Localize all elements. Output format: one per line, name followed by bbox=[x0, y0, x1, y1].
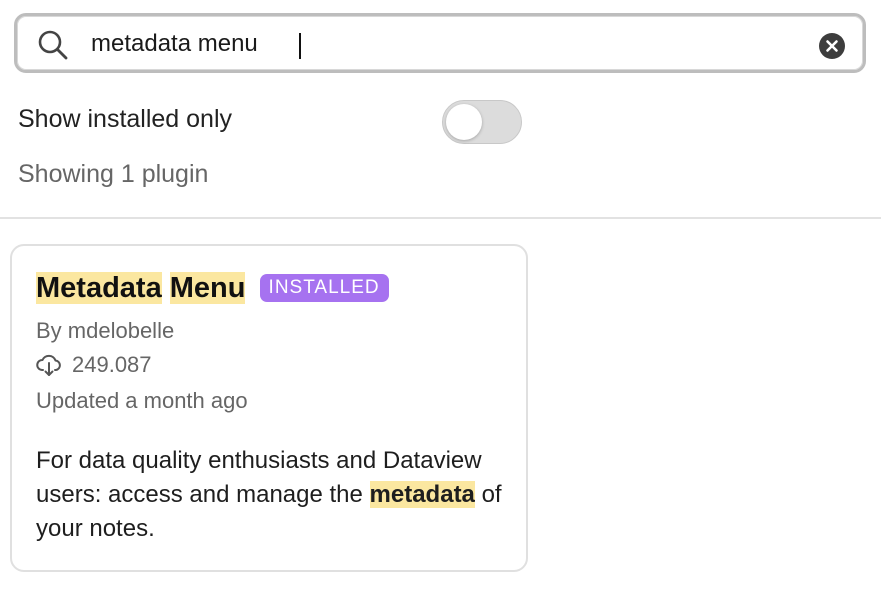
plugin-name-part2: Menu bbox=[169, 272, 246, 304]
result-count: Showing 1 plugin bbox=[18, 160, 209, 188]
divider bbox=[0, 217, 881, 219]
text-caret bbox=[299, 33, 301, 59]
installed-badge: INSTALLED bbox=[259, 274, 389, 302]
description-highlight: metadata bbox=[369, 481, 475, 508]
plugin-author: By mdelobelle bbox=[36, 318, 175, 343]
toggle-knob bbox=[446, 104, 482, 140]
download-count: 249.087 bbox=[72, 352, 152, 377]
plugin-title: Metadata Menu INSTALLED bbox=[36, 272, 389, 305]
plugin-description: For data quality enthusiasts and Datavie… bbox=[36, 444, 506, 546]
plugin-downloads: 249.087 bbox=[36, 352, 152, 378]
plugin-updated: Updated a month ago bbox=[36, 388, 248, 413]
search-input[interactable] bbox=[91, 26, 811, 62]
clear-search-button[interactable] bbox=[819, 33, 845, 59]
search-bar[interactable] bbox=[14, 13, 866, 73]
show-installed-label: Show installed only bbox=[18, 105, 233, 133]
plugin-name-part1: Metadata bbox=[36, 272, 162, 304]
plugin-card[interactable]: Metadata Menu INSTALLED By mdelobelle 24… bbox=[10, 244, 528, 572]
show-installed-toggle[interactable] bbox=[442, 100, 522, 144]
close-icon bbox=[826, 40, 838, 52]
search-icon bbox=[38, 30, 68, 60]
download-cloud-icon bbox=[36, 354, 61, 376]
